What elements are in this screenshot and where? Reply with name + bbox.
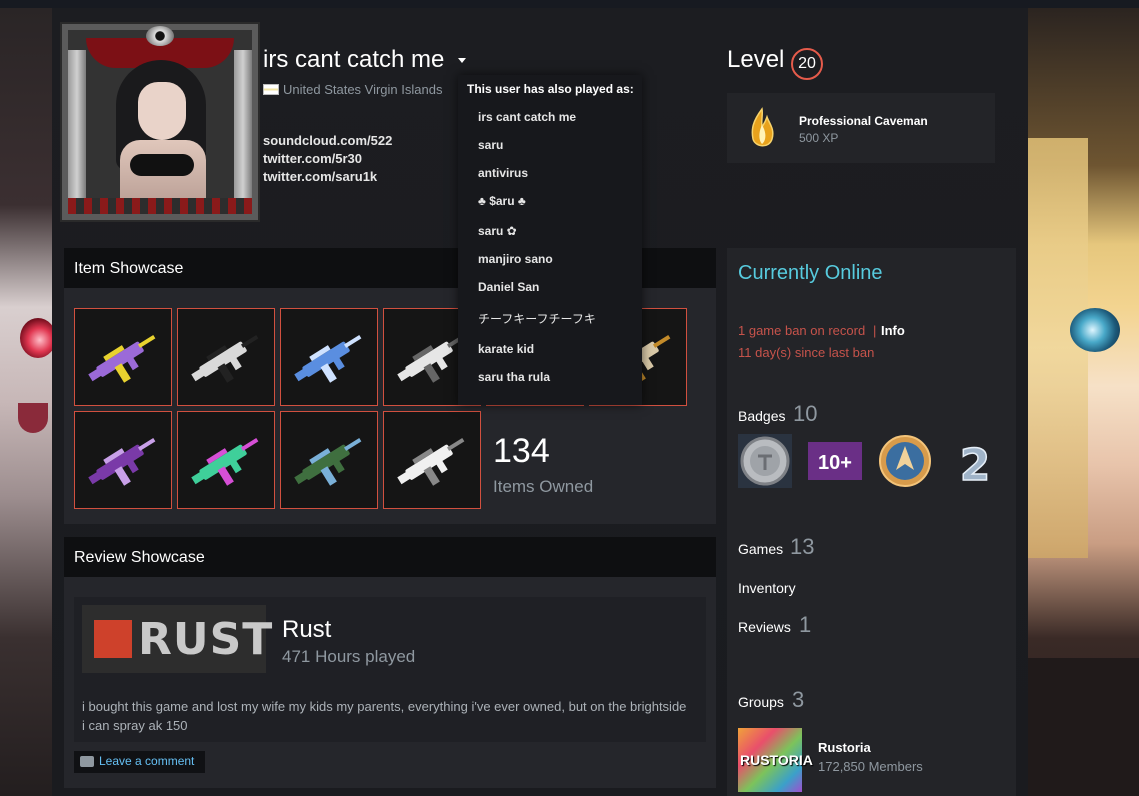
background-eye xyxy=(20,318,52,358)
days-since-ban: 11 day(s) since last ban xyxy=(738,345,875,360)
alias-item: saru ✿ xyxy=(478,224,517,238)
showcase-item-rifle-white-2[interactable] xyxy=(383,411,481,509)
profile-link[interactable]: twitter.com/5r30 xyxy=(263,151,362,166)
weapon-icon xyxy=(294,438,362,486)
leave-comment-label[interactable]: Leave a comment xyxy=(99,754,194,768)
games-link[interactable]: Games xyxy=(738,541,783,557)
review-game-title[interactable]: Rust xyxy=(282,616,331,644)
showcase-item-rifle-black-white[interactable] xyxy=(177,308,275,406)
game-logo-text: RUST xyxy=(138,614,274,665)
background-art-right xyxy=(1028,8,1139,796)
alias-item: saru xyxy=(478,138,504,152)
coin-badge-icon[interactable] xyxy=(738,434,792,488)
showcase-item-smg-blue-camo[interactable] xyxy=(280,308,378,406)
weapon-icon xyxy=(397,438,465,486)
online-status: Currently Online xyxy=(738,262,883,284)
alias-item: karate kid xyxy=(478,342,535,356)
showcase-item-rifle-green-camo[interactable] xyxy=(280,411,378,509)
group-avatar-text: RUSTORIA xyxy=(740,752,813,768)
badges-count[interactable]: 10 xyxy=(793,401,817,427)
avatar-pillar xyxy=(234,50,252,200)
level-two-badge-icon[interactable]: 2 xyxy=(948,434,1002,492)
alias-dropdown-title: This user has also played as: xyxy=(467,82,634,96)
flag-icon xyxy=(263,84,279,95)
items-owned-label[interactable]: Items Owned xyxy=(493,477,593,497)
review-hours-played: 471 Hours played xyxy=(282,647,416,666)
background-clothing xyxy=(1028,658,1139,796)
weapon-icon xyxy=(191,335,259,383)
favorite-badge-xp: 500 XP xyxy=(799,131,839,145)
group-avatar[interactable]: RUSTORIA xyxy=(738,728,813,792)
group-name[interactable]: Rustoria xyxy=(818,740,871,755)
ban-info-link[interactable]: Info xyxy=(881,323,905,338)
alias-item: manjiro sano xyxy=(478,252,553,266)
alias-dropdown-caret-icon[interactable] xyxy=(458,58,466,63)
weapon-icon xyxy=(88,335,156,383)
background-eye xyxy=(1070,308,1120,352)
years-service-badge-icon[interactable]: 10+ xyxy=(808,434,862,488)
games-count[interactable]: 13 xyxy=(790,534,814,560)
flame-icon xyxy=(751,107,774,147)
profile-link[interactable]: soundcloud.com/522 xyxy=(263,133,392,148)
alias-item: saru tha rula xyxy=(478,370,551,384)
profile-location: United States Virgin Islands xyxy=(283,82,443,97)
inventory-link[interactable]: Inventory xyxy=(738,580,796,596)
group-members: 172,850 Members xyxy=(818,759,923,774)
reviews-count[interactable]: 1 xyxy=(799,612,811,638)
level-label: Level xyxy=(727,46,785,73)
avatar-frame-roses xyxy=(68,198,252,214)
showcase-item-smg-purple-dark[interactable] xyxy=(74,411,172,509)
review-showcase-title: Review Showcase xyxy=(64,537,716,577)
review-text: i bought this game and lost my wife my k… xyxy=(82,699,687,733)
comment-icon xyxy=(80,756,94,767)
avatar-clothing xyxy=(130,154,194,176)
alias-item: ♣ $aru ♣ xyxy=(478,194,526,208)
background-art-left xyxy=(0,8,52,796)
rust-logo-icon xyxy=(94,620,132,658)
groups-link[interactable]: Groups xyxy=(738,694,784,710)
groups-count[interactable]: 3 xyxy=(792,687,804,713)
avatar-face xyxy=(138,82,186,140)
showcase-item-rifle-neon[interactable] xyxy=(177,411,275,509)
favorite-badge-name: Professional Caveman xyxy=(799,114,928,128)
alias-item: irs cant catch me xyxy=(478,110,577,124)
top-bar xyxy=(0,0,1139,8)
years-badge-text: 10+ xyxy=(818,452,852,474)
persona-name: irs cant catch me xyxy=(263,46,445,73)
weapon-icon xyxy=(88,438,156,486)
weapon-icon xyxy=(191,438,259,486)
ban-record: 1 game ban on record xyxy=(738,323,866,338)
alias-item: Daniel San xyxy=(478,280,540,294)
background-mouth xyxy=(18,403,48,433)
ban-separator: | xyxy=(873,323,877,338)
level-badge[interactable]: 20 xyxy=(791,48,823,80)
showcase-item-smg-purple-yellow[interactable] xyxy=(74,308,172,406)
two-badge-text: 2 xyxy=(960,440,991,488)
avatar-frame-eye xyxy=(146,26,174,46)
reviews-link[interactable]: Reviews xyxy=(738,619,791,635)
csgo-badge-icon[interactable] xyxy=(878,434,932,488)
avatar[interactable] xyxy=(60,22,260,222)
background-hair xyxy=(1028,138,1088,558)
weapon-icon xyxy=(294,335,362,383)
profile-link[interactable]: twitter.com/saru1k xyxy=(263,169,377,184)
avatar-pillar xyxy=(68,50,86,200)
alias-item: antivirus xyxy=(478,166,529,180)
alias-item: チーフキーフチーフキ xyxy=(478,312,596,326)
items-owned-count[interactable]: 134 xyxy=(493,432,550,471)
badges-link[interactable]: Badges xyxy=(738,408,785,424)
